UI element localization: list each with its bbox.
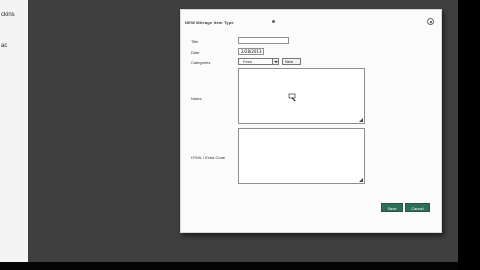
left-panel-text-2: ac bbox=[1, 43, 8, 49]
date-value: 2/28/2013 bbox=[241, 49, 262, 54]
html-resize-grip-icon[interactable] bbox=[359, 178, 363, 182]
left-panel: ckins ac bbox=[0, 0, 29, 262]
left-panel-text-1: ckins bbox=[1, 12, 15, 18]
right-black-edge bbox=[458, 0, 480, 270]
categories-selected-value: Fees bbox=[243, 59, 252, 64]
title-label: Title bbox=[191, 39, 199, 44]
screen: ckins ac NEW Mileage Item Type Title Dat… bbox=[0, 0, 480, 270]
date-label: Date bbox=[191, 50, 200, 55]
notes-textarea[interactable] bbox=[238, 68, 365, 124]
notes-resize-grip-icon[interactable] bbox=[359, 118, 363, 122]
mouse-cursor-icon bbox=[288, 93, 296, 102]
cancel-button[interactable]: Cancel bbox=[405, 203, 430, 212]
chevron-down-icon bbox=[272, 59, 278, 64]
categories-label: Categories bbox=[191, 60, 211, 65]
title-input[interactable] bbox=[238, 37, 289, 44]
notes-label: Notes bbox=[191, 96, 202, 101]
close-icon[interactable] bbox=[427, 18, 434, 25]
html-extra-code-textarea[interactable] bbox=[238, 128, 365, 184]
html-extra-code-label: HTML / Extra Code bbox=[191, 155, 226, 160]
date-input[interactable]: 2/28/2013 bbox=[238, 48, 264, 55]
new-category-button[interactable]: New bbox=[282, 58, 301, 65]
title-dot-icon bbox=[272, 20, 275, 23]
categories-select[interactable]: Fees bbox=[238, 58, 279, 65]
dialog: NEW Mileage Item Type Title Date 2/28/20… bbox=[180, 9, 442, 233]
dialog-title: NEW Mileage Item Type bbox=[185, 20, 234, 25]
save-button[interactable]: Save bbox=[381, 203, 403, 212]
